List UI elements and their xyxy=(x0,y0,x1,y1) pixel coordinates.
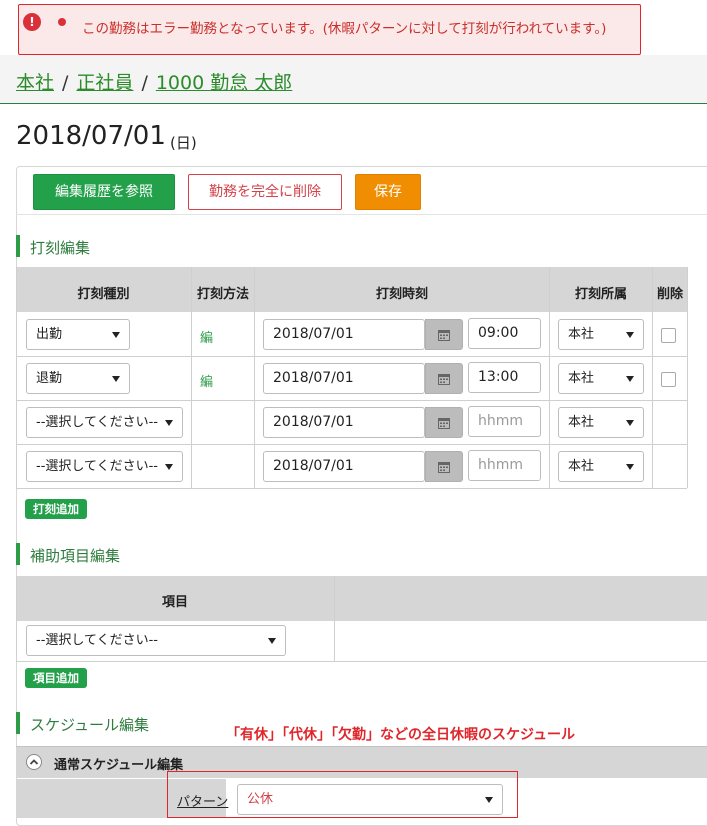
stamp-type-select[interactable]: 退勤 xyxy=(26,363,130,394)
stamp-time-input[interactable]: hhmm xyxy=(468,406,541,437)
breadcrumb-employment-link[interactable]: 正社員 xyxy=(76,72,133,94)
stamp-org-value: 本社 xyxy=(568,327,595,342)
stamp-date-input[interactable]: 2018/07/01 xyxy=(263,363,425,394)
page-date: 2018/07/01 xyxy=(16,121,166,151)
row-divider xyxy=(16,356,687,357)
grid-line xyxy=(549,267,550,488)
breadcrumb: 本社 / 正社員 / 1000 勤怠 太郎 xyxy=(16,68,292,95)
col-header-org: 打刻所属 xyxy=(574,287,627,302)
stamp-type-select[interactable]: --選択してください-- xyxy=(26,451,183,482)
stamp-org-select[interactable]: 本社 xyxy=(558,363,644,394)
chevron-down-icon xyxy=(165,420,173,426)
row-divider xyxy=(16,444,687,445)
stamp-section-title: 打刻編集 xyxy=(30,239,91,257)
stamp-date-input[interactable]: 2018/07/01 xyxy=(263,407,425,438)
stamp-method: 編 xyxy=(200,331,214,346)
stamp-org-select[interactable]: 本社 xyxy=(558,451,644,482)
stamp-type-value: 出勤 xyxy=(36,327,63,342)
chevron-up-icon[interactable] xyxy=(26,754,42,770)
stamp-date-input[interactable]: 2018/07/01 xyxy=(263,319,425,350)
stamp-org-value: 本社 xyxy=(568,459,595,474)
add-item-button[interactable]: 項目追加 xyxy=(25,668,87,688)
chevron-down-icon xyxy=(268,638,276,644)
calendar-icon[interactable] xyxy=(425,363,463,394)
stamp-org-select[interactable]: 本社 xyxy=(558,407,644,438)
annotation-text: 「有休」「代休」「欠勤」などの全日休暇のスケジュール xyxy=(226,727,576,743)
chevron-down-icon xyxy=(626,376,634,382)
highlight-box xyxy=(167,771,518,818)
schedule-section-title: スケジュール編集 xyxy=(30,716,149,734)
stamp-time-input[interactable]: 09:00 xyxy=(468,318,541,349)
save-button[interactable]: 保存 xyxy=(355,174,421,210)
view-history-button[interactable]: 編集履歴を参照 xyxy=(33,174,175,210)
stamp-type-value: 退勤 xyxy=(36,371,63,386)
breadcrumb-company-link[interactable]: 本社 xyxy=(16,72,54,94)
alert-message: この勤務はエラー勤務となっています。(休暇パターンに対して打刻が行われています。… xyxy=(82,21,607,37)
aux-item-select[interactable]: --選択してください-- xyxy=(26,625,286,656)
alert-bullet-icon xyxy=(58,18,66,26)
chevron-down-icon xyxy=(112,376,120,382)
stamp-time-input[interactable]: hhmm xyxy=(468,450,541,481)
stamp-date-input[interactable]: 2018/07/01 xyxy=(263,451,425,482)
row-divider xyxy=(16,400,687,401)
chevron-down-icon xyxy=(112,332,120,338)
col-header-item: 項目 xyxy=(161,595,188,610)
section-marker xyxy=(16,712,20,734)
calendar-icon[interactable] xyxy=(425,451,463,482)
section-marker xyxy=(16,543,20,565)
section-marker xyxy=(16,235,20,257)
chevron-down-icon xyxy=(165,464,173,470)
stamp-type-select[interactable]: --選択してください-- xyxy=(26,407,183,438)
accordion-label: 通常スケジュール編集 xyxy=(54,758,184,773)
stamp-org-value: 本社 xyxy=(568,415,595,430)
calendar-icon[interactable] xyxy=(425,407,463,438)
stamp-type-select[interactable]: 出勤 xyxy=(26,319,130,350)
chevron-down-icon xyxy=(626,464,634,470)
col-header-method: 打刻方法 xyxy=(196,287,249,302)
chevron-down-icon xyxy=(626,420,634,426)
add-stamp-button[interactable]: 打刻追加 xyxy=(25,499,87,519)
col-header-time: 打刻時刻 xyxy=(375,287,428,302)
row-divider xyxy=(16,661,707,662)
aux-item-value: --選択してください-- xyxy=(36,633,158,648)
grid-line xyxy=(16,267,17,488)
col-header-delete: 削除 xyxy=(656,287,683,302)
stamp-time-input[interactable]: 13:00 xyxy=(468,362,541,393)
grid-line xyxy=(191,267,192,488)
breadcrumb-employee-link[interactable]: 1000 勤怠 太郎 xyxy=(156,72,292,94)
stamp-org-select[interactable]: 本社 xyxy=(558,319,644,350)
grid-line xyxy=(254,267,255,488)
aux-section-title: 補助項目編集 xyxy=(30,547,121,565)
stamp-type-value: --選択してください-- xyxy=(36,459,158,474)
breadcrumb-separator: / xyxy=(141,72,148,94)
delete-checkbox[interactable] xyxy=(661,328,676,343)
toolbar-divider xyxy=(16,214,707,215)
alert-exclamation-icon: ! xyxy=(23,13,41,31)
grid-line xyxy=(687,267,688,488)
breadcrumb-separator: / xyxy=(62,72,69,94)
col-header-type: 打刻種別 xyxy=(77,287,130,302)
calendar-icon[interactable] xyxy=(425,319,463,350)
page-weekday: (日) xyxy=(170,134,197,152)
stamp-type-value: --選択してください-- xyxy=(36,415,158,430)
stamp-method: 編 xyxy=(200,375,214,390)
delete-attendance-button[interactable]: 勤務を完全に削除 xyxy=(188,174,342,210)
stamp-org-value: 本社 xyxy=(568,371,595,386)
grid-line xyxy=(334,576,335,662)
chevron-down-icon xyxy=(626,332,634,338)
delete-checkbox[interactable] xyxy=(661,372,676,387)
row-divider xyxy=(16,488,687,489)
grid-line xyxy=(652,267,653,488)
grid-line xyxy=(16,576,17,662)
